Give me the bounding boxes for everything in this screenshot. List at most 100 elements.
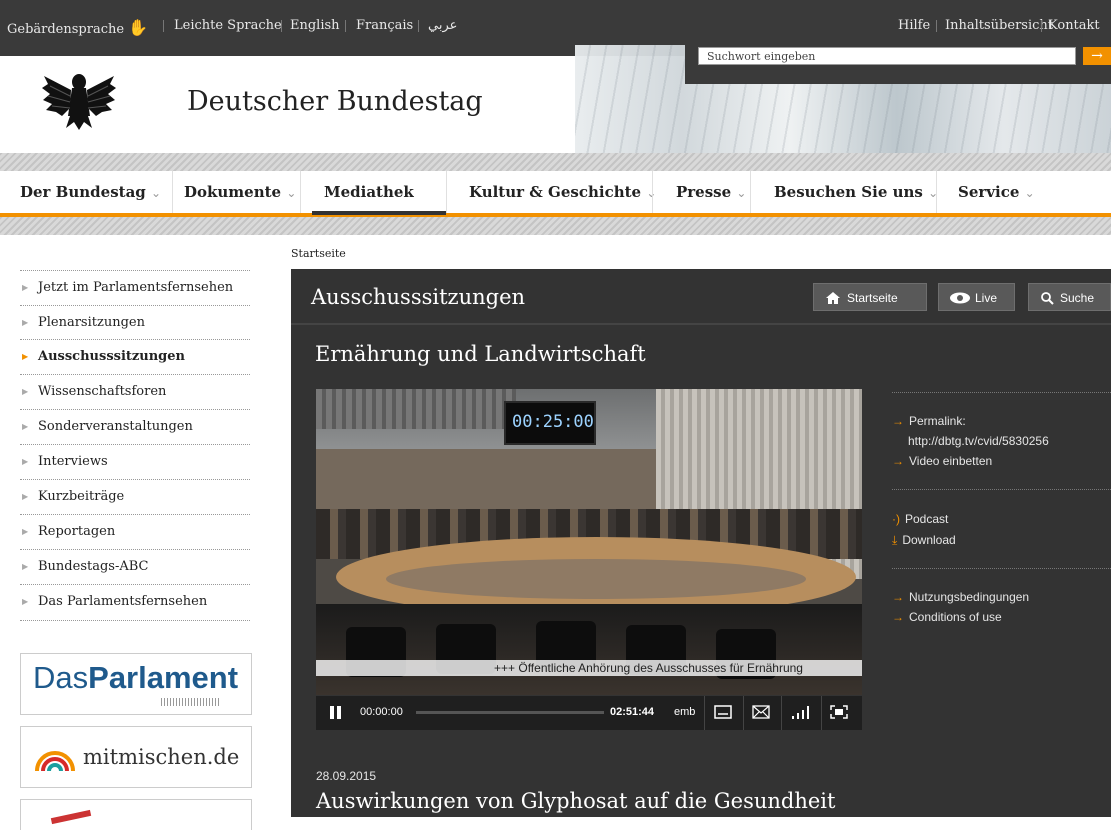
das-parlament-logo-part: Das (33, 660, 89, 695)
pause-icon[interactable] (337, 706, 341, 719)
home-icon (826, 292, 840, 304)
sidebar-item-kurzbeitraege[interactable]: ▶ Kurzbeiträge (20, 479, 250, 513)
link-arabic[interactable]: عربي (428, 18, 457, 33)
arrow-right-icon: → (892, 610, 904, 624)
hand-sign-icon: ✋ (128, 18, 149, 37)
logo-decoration (161, 698, 221, 706)
link-sitemap[interactable]: Inhaltsübersicht (945, 18, 1053, 33)
link-help[interactable]: Hilfe (898, 18, 930, 33)
nav-divider (446, 171, 447, 213)
arrow-right-icon: → (1091, 48, 1103, 64)
article-title[interactable]: Auswirkungen von Glyphosat auf die Gesun… (316, 789, 835, 813)
control-divider (781, 696, 782, 730)
triangle-icon: ▶ (22, 352, 29, 361)
nav-presse[interactable]: Presse ⌄ (676, 183, 746, 201)
triangle-icon: ▶ (22, 318, 29, 327)
nav-kultur-geschichte[interactable]: Kultur & Geschichte ⌄ (469, 183, 656, 201)
site-title[interactable]: Deutscher Bundestag (187, 86, 483, 117)
nav-besuchen[interactable]: Besuchen Sie uns ⌄ (774, 183, 938, 201)
sidebar-item-bundestags-abc[interactable]: ▶ Bundestags-ABC (20, 549, 250, 583)
link-french[interactable]: Français (356, 18, 413, 33)
search-icon (1041, 292, 1054, 305)
divider (1041, 20, 1042, 32)
link-contact[interactable]: Kontakt (1048, 18, 1100, 33)
video-table-inner (386, 559, 806, 599)
rainbow-icon (35, 751, 75, 772)
sidebar-item-ausschusssitzungen[interactable]: ▶ Ausschusssitzungen (20, 339, 250, 373)
mitmischen-banner[interactable]: mitmischen.de (20, 726, 252, 788)
nav-active-indicator (312, 211, 446, 215)
sidebar-item-reportagen[interactable]: ▶ Reportagen (20, 514, 250, 548)
link-sign-language[interactable]: Gebärdensprache ✋ (7, 18, 148, 37)
home-button[interactable]: Startseite (813, 283, 927, 311)
triangle-icon: ▶ (22, 387, 29, 396)
time-current: 00:00:00 (360, 706, 403, 718)
triangle-icon: ▶ (22, 422, 29, 431)
main-nav: Der Bundestag ⌄ Dokumente ⌄ Mediathek Ku… (0, 171, 1111, 217)
hatch-band (0, 217, 1111, 235)
nav-service[interactable]: Service ⌄ (958, 183, 1035, 201)
triangle-icon: ▶ (22, 527, 29, 536)
divider (936, 20, 937, 32)
bars-icon[interactable] (792, 706, 812, 719)
committee-title: Ernährung und Landwirtschaft (315, 342, 646, 366)
pause-icon[interactable] (330, 706, 334, 719)
search-submit-button[interactable]: → (1083, 47, 1111, 65)
das-parlament-banner[interactable]: DasParlament (20, 653, 252, 715)
live-button[interactable]: Live (938, 283, 1015, 311)
progress-track[interactable] (416, 711, 604, 714)
side-divider (892, 568, 1111, 569)
download-link[interactable]: ⤓ Download (892, 533, 956, 548)
ticker-text: +++ Öffentliche Anhörung des Ausschusses… (494, 661, 803, 675)
triangle-icon: ▶ (22, 597, 29, 606)
subtitle-icon[interactable] (714, 705, 732, 719)
link-easy-language[interactable]: Leichte Sprache (174, 18, 282, 33)
nav-mediathek[interactable]: Mediathek (324, 183, 414, 201)
breadcrumb[interactable]: Startseite (291, 247, 346, 260)
embed-button[interactable]: emb (674, 706, 695, 718)
arrow-right-icon: → (892, 414, 904, 428)
sidebar-item-sonderveranstaltungen[interactable]: ▶ Sonderveranstaltungen (20, 409, 250, 443)
embed-video-link[interactable]: → Video einbetten (892, 454, 992, 468)
search-input[interactable]: Suchwort eingeben (698, 47, 1076, 65)
link-english[interactable]: English (290, 18, 340, 33)
nav-der-bundestag[interactable]: Der Bundestag ⌄ (20, 183, 161, 201)
nav-divider (936, 171, 937, 213)
permalink-label[interactable]: → Permalink: (892, 414, 966, 428)
nav-dokumente[interactable]: Dokumente ⌄ (184, 183, 296, 201)
time-total: 02:51:44 (610, 706, 655, 718)
eagle-icon[interactable] (40, 66, 118, 132)
article-date: 28.09.2015 (316, 769, 377, 783)
divider (281, 20, 282, 32)
control-divider (743, 696, 744, 730)
sidebar-item-parlamentsfernsehen[interactable]: ▶ Das Parlamentsfernsehen (20, 584, 250, 618)
divider (163, 20, 164, 32)
fullscreen-icon[interactable] (830, 705, 848, 719)
permalink-url[interactable]: http://dbtg.tv/cvid/5830256 (908, 434, 1049, 448)
terms-link[interactable]: → Nutzungsbedingungen (892, 590, 1029, 604)
podcast-icon: ·) (892, 512, 900, 526)
control-divider (704, 696, 705, 730)
divider (345, 20, 346, 32)
video-clock-display: 00:25:00 (504, 401, 596, 445)
triangle-icon: ▶ (22, 283, 29, 292)
control-divider (821, 696, 822, 730)
banner-graphic (50, 809, 92, 825)
panel-title: Ausschusssitzungen (311, 285, 526, 309)
eye-icon (950, 292, 970, 304)
sidebar-item-plenarsitzungen[interactable]: ▶ Plenarsitzungen (20, 305, 250, 339)
chevron-down-icon: ⌄ (1024, 186, 1035, 200)
sidebar-item-live-tv[interactable]: ▶ Jetzt im Parlamentsfernsehen (20, 270, 250, 304)
search-media-button[interactable]: Suche (1028, 283, 1111, 311)
nav-divider (750, 171, 751, 213)
conditions-link[interactable]: → Conditions of use (892, 610, 1002, 624)
third-banner[interactable] (20, 799, 252, 830)
side-divider (892, 489, 1111, 490)
mail-icon[interactable] (752, 705, 770, 719)
nav-divider (652, 171, 653, 213)
sidebar-item-wissenschaftsforen[interactable]: ▶ Wissenschaftsforen (20, 374, 250, 408)
nav-divider (300, 171, 301, 213)
sidebar-item-interviews[interactable]: ▶ Interviews (20, 444, 250, 478)
video-player[interactable]: 00:25:00 +++ Öffentliche Anhörung des Au… (316, 389, 862, 695)
podcast-link[interactable]: ·) Podcast (892, 512, 948, 526)
